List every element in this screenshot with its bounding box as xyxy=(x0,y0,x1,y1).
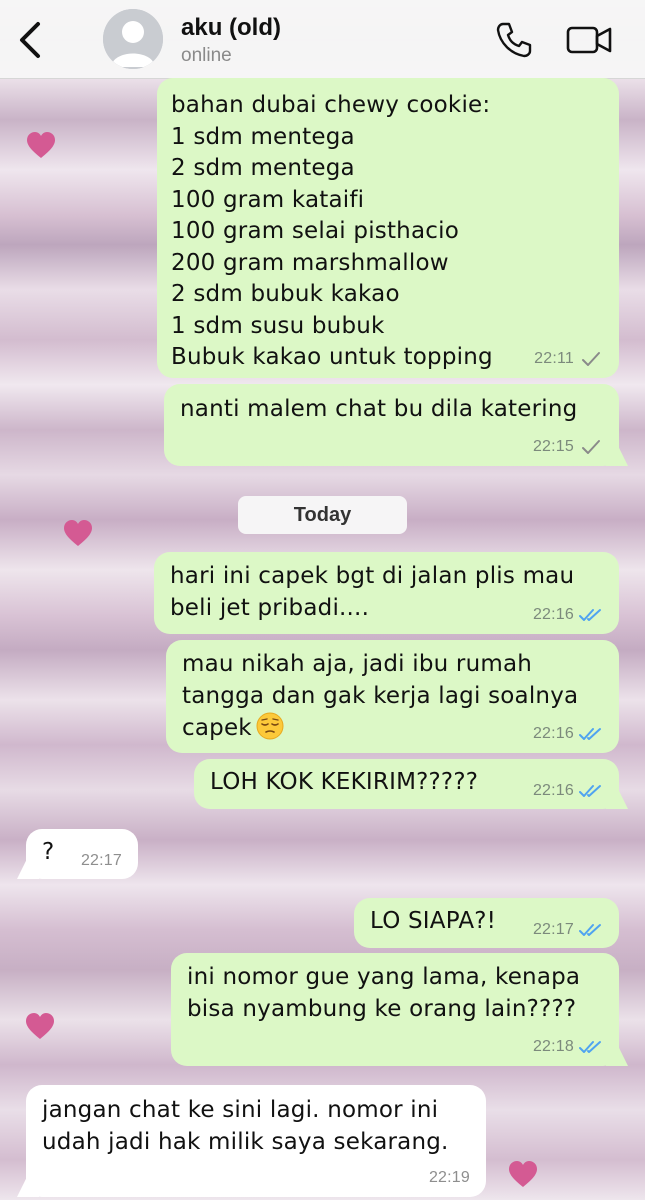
double-check-icon xyxy=(579,728,601,740)
double-check-icon xyxy=(579,924,601,936)
message-meta: 22:17 xyxy=(81,852,122,870)
message-time: 22:11 xyxy=(534,350,574,367)
message-meta: 22:16 xyxy=(533,782,603,800)
heart-sticker xyxy=(64,520,92,546)
outgoing-message[interactable]: hari ini capek bgt di jalan plis mau bel… xyxy=(154,552,619,634)
single-check-icon xyxy=(582,440,600,454)
heart-sticker xyxy=(26,1013,54,1039)
message-meta: 22:18 xyxy=(533,1038,603,1056)
video-call-button[interactable] xyxy=(565,22,615,58)
outgoing-message[interactable]: nanti malem chat bu dila katering 22:15 xyxy=(164,384,619,466)
back-button[interactable] xyxy=(10,18,50,62)
outgoing-message[interactable]: bahan dubai chewy cookie: 1 sdm mentega … xyxy=(157,78,619,378)
message-meta: 22:16 xyxy=(533,606,603,624)
message-time: 22:16 xyxy=(532,725,574,742)
message-meta: 22:17 xyxy=(533,921,603,939)
message-meta: 22:19 xyxy=(429,1169,470,1187)
message-time: 22:17 xyxy=(80,852,122,869)
incoming-message[interactable]: ? 22:17 xyxy=(26,829,138,879)
pensive-face-icon xyxy=(256,712,284,740)
message-time: 22:17 xyxy=(532,921,574,938)
heart-sticker xyxy=(27,132,55,158)
single-check-icon xyxy=(582,352,600,366)
message-text: jangan chat ke sini lagi. nomor ini udah… xyxy=(42,1097,449,1155)
chevron-left-icon xyxy=(20,22,40,58)
message-meta: 22:16 xyxy=(533,725,603,743)
outgoing-message[interactable]: LOH KOK KEKIRIM????? 22:16 xyxy=(194,759,619,809)
double-check-icon xyxy=(579,609,601,621)
phone-icon xyxy=(496,22,532,58)
default-avatar-icon xyxy=(103,9,163,69)
contact-status: online xyxy=(181,45,232,66)
message-text: mau nikah aja, jadi ibu rumah tangga dan… xyxy=(182,651,579,741)
message-time: 22:18 xyxy=(532,1038,574,1055)
outgoing-message[interactable]: ini nomor gue yang lama, kenapa bisa nya… xyxy=(171,953,619,1066)
double-check-icon xyxy=(579,1041,601,1053)
message-time: 22:15 xyxy=(532,438,574,455)
message-time: 22:19 xyxy=(428,1169,470,1186)
contact-name[interactable]: aku (old) xyxy=(181,14,281,42)
message-time: 22:16 xyxy=(532,606,574,623)
message-text: nanti malem chat bu dila katering xyxy=(180,396,578,422)
outgoing-message[interactable]: mau nikah aja, jadi ibu rumah tangga dan… xyxy=(166,640,619,753)
message-text: ini nomor gue yang lama, kenapa bisa nya… xyxy=(187,964,581,1022)
message-meta: 22:11 xyxy=(534,350,603,368)
chat-header: aku (old) online xyxy=(0,0,645,79)
date-separator: Today xyxy=(238,496,407,534)
message-time: 22:16 xyxy=(532,782,574,799)
message-text: bahan dubai chewy cookie: 1 sdm mentega … xyxy=(171,92,493,370)
video-camera-icon xyxy=(566,26,612,54)
incoming-message[interactable]: jangan chat ke sini lagi. nomor ini udah… xyxy=(26,1085,486,1197)
message-meta: 22:15 xyxy=(533,438,603,456)
avatar[interactable] xyxy=(103,9,163,69)
double-check-icon xyxy=(579,785,601,797)
voice-call-button[interactable] xyxy=(494,20,534,60)
outgoing-message[interactable]: LO SIAPA?! 22:17 xyxy=(354,898,619,948)
heart-sticker xyxy=(509,1161,537,1187)
